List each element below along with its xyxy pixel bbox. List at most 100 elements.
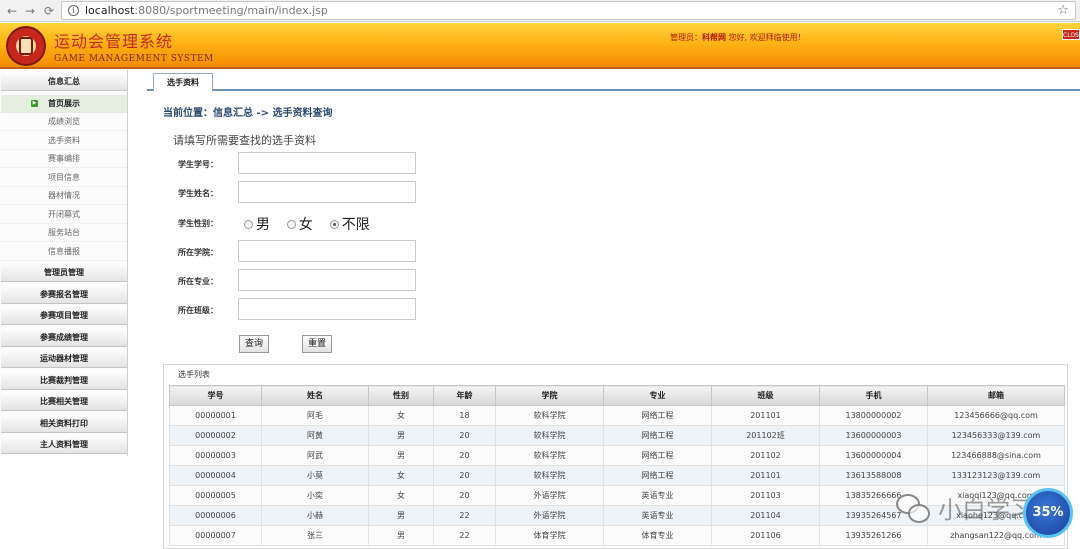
- reset-button[interactable]: 重置: [302, 335, 332, 353]
- column-header: 学院: [495, 385, 604, 406]
- table-cell: 00000003: [169, 445, 262, 466]
- table-cell: 男: [368, 505, 434, 526]
- username: 科帮网: [702, 33, 726, 42]
- table-cell: 22: [433, 525, 496, 546]
- table-cell: 男: [368, 425, 434, 446]
- sidebar-item-label: 首页展示: [48, 99, 80, 108]
- gender-female-radio[interactable]: [286, 219, 296, 229]
- forward-icon[interactable]: →: [22, 3, 38, 19]
- college-label: 所在学院：: [178, 248, 218, 257]
- query-button[interactable]: 查询: [239, 335, 269, 353]
- table-cell: 20: [433, 425, 496, 446]
- class-label: 所在班级：: [178, 306, 218, 315]
- progress-badge[interactable]: 35%: [1023, 488, 1073, 538]
- class-input[interactable]: [238, 298, 416, 320]
- info-icon[interactable]: i: [68, 5, 79, 16]
- college-input[interactable]: [238, 240, 416, 262]
- student-id-input[interactable]: [238, 152, 416, 174]
- sidebar-section-results[interactable]: 参赛成绩管理: [1, 328, 127, 347]
- gender-any-radio[interactable]: [329, 219, 339, 229]
- table-cell: 女: [368, 485, 434, 506]
- sidebar-section-info-summary[interactable]: 信息汇总: [1, 72, 127, 91]
- sidebar-item-schedule[interactable]: 赛事编排: [1, 150, 127, 168]
- results-title: 选手列表: [178, 370, 210, 379]
- arrow-bullet-icon: ▶: [31, 100, 38, 107]
- user-greeting: 管理员：科帮网 您好, 欢迎拜临使用！: [670, 32, 806, 43]
- table-cell: 00000005: [169, 485, 262, 506]
- logo-emblem-icon: [6, 26, 46, 66]
- table-row[interactable]: 00000001 阿毛女 18 软科学院 网络工程 201101 13800000002 12…: [169, 405, 1065, 426]
- table-row[interactable]: 00000003 阿武男 20 软科学院 网络工程 201102 13600000004 12…: [169, 445, 1065, 466]
- address-bar[interactable]: i localhost:8080/sportmeeting/main/index…: [61, 1, 1076, 20]
- student-name-input[interactable]: [238, 181, 416, 203]
- watermark: 小白学习 35%: [896, 486, 1076, 542]
- sidebar-item-home[interactable]: ▶ 首页展示: [1, 95, 127, 113]
- back-icon[interactable]: ←: [4, 3, 20, 19]
- column-header: 学号: [169, 385, 262, 406]
- sidebar-section-equipment[interactable]: 运动器材管理: [1, 349, 127, 368]
- watermark-text: 小白学习: [938, 496, 1034, 524]
- sidebar: 信息汇总 ▶ 首页展示 成绩浏览 选手资料 赛事编排 项目信息 器材情况 开闭幕…: [0, 70, 128, 456]
- sidebar-item-ceremony[interactable]: 开闭幕式: [1, 206, 127, 224]
- sidebar-item-players[interactable]: 选手资料: [1, 132, 127, 150]
- table-cell: 13613588008: [819, 465, 928, 486]
- reload-icon[interactable]: ⟳: [41, 3, 57, 19]
- table-row[interactable]: 00000002 阿黄男 20 软科学院 网络工程 201102班 13600000003 1…: [169, 425, 1065, 446]
- sidebar-item-events[interactable]: 项目信息: [1, 169, 127, 187]
- table-cell: 网络工程: [603, 465, 712, 486]
- gender-female-label[interactable]: 女: [299, 214, 313, 234]
- sidebar-item-broadcast[interactable]: 信息播报: [1, 243, 127, 261]
- column-header: 班级: [711, 385, 820, 406]
- gender-any-label[interactable]: 不限: [342, 214, 370, 234]
- sidebar-item-scores[interactable]: 成绩浏览: [1, 113, 127, 131]
- gender-male-label[interactable]: 男: [256, 214, 270, 234]
- column-header: 手机: [819, 385, 928, 406]
- greeting-prefix: 管理员：: [670, 33, 702, 42]
- table-cell: 网络工程: [603, 405, 712, 426]
- table-cell: 201106: [711, 525, 820, 546]
- table-cell: 201102班: [711, 425, 820, 446]
- sidebar-section-profile[interactable]: 主人资料管理: [1, 435, 127, 454]
- table-cell: 00000002: [169, 425, 262, 446]
- table-cell: 阿武: [261, 445, 369, 466]
- sidebar-section-registration[interactable]: 参赛报名管理: [1, 285, 127, 304]
- table-cell: 00000001: [169, 405, 262, 426]
- table-cell: 20: [433, 445, 496, 466]
- close-button[interactable]: CLOSE: [1062, 29, 1080, 40]
- table-cell: 133123123@139.com: [927, 465, 1065, 486]
- sidebar-section-related[interactable]: 比赛相关管理: [1, 392, 127, 411]
- table-cell: 小莫: [261, 465, 369, 486]
- sidebar-section-print[interactable]: 相关资料打印: [1, 414, 127, 433]
- tab-strip: 选手资料: [147, 71, 1080, 91]
- bookmark-star-icon[interactable]: ☆: [1057, 3, 1069, 18]
- major-input[interactable]: [238, 269, 416, 291]
- student-name-label: 学生姓名：: [178, 189, 218, 198]
- table-cell: 201103: [711, 485, 820, 506]
- tab-player-info[interactable]: 选手资料: [153, 73, 213, 91]
- table-cell: 软科学院: [495, 445, 604, 466]
- table-cell: 201101: [711, 465, 820, 486]
- sidebar-item-equipment[interactable]: 器材情况: [1, 187, 127, 205]
- table-cell: 22: [433, 505, 496, 526]
- table-cell: 阿毛: [261, 405, 369, 426]
- gender-label: 学生性别：: [178, 219, 218, 228]
- sidebar-section-referees[interactable]: 比赛裁判管理: [1, 371, 127, 390]
- table-cell: 123456666@qq.com: [927, 405, 1065, 426]
- table-cell: 英语专业: [603, 485, 712, 506]
- table-cell: 女: [368, 465, 434, 486]
- table-cell: 外语学院: [495, 485, 604, 506]
- table-cell: 00000007: [169, 525, 262, 546]
- sidebar-section-projects[interactable]: 参赛项目管理: [1, 306, 127, 325]
- url-text[interactable]: localhost:8080/sportmeeting/main/index.j…: [85, 4, 328, 17]
- table-cell: 英语专业: [603, 505, 712, 526]
- app-subtitle: GAME MANAGEMENT SYSTEM: [54, 54, 214, 64]
- table-cell: 20: [433, 485, 496, 506]
- sidebar-section-admin[interactable]: 管理员管理: [1, 263, 127, 282]
- sidebar-item-service[interactable]: 服务站台: [1, 224, 127, 242]
- app-header: 运动会管理系统 GAME MANAGEMENT SYSTEM 管理员：科帮网 您…: [0, 23, 1080, 69]
- column-header: 专业: [603, 385, 712, 406]
- table-cell: 软科学院: [495, 425, 604, 446]
- gender-male-radio[interactable]: [244, 219, 253, 229]
- table-row[interactable]: 00000004 小莫女 20 软科学院 网络工程 201101 13613588008 13…: [169, 465, 1065, 486]
- table-cell: 201101: [711, 405, 820, 426]
